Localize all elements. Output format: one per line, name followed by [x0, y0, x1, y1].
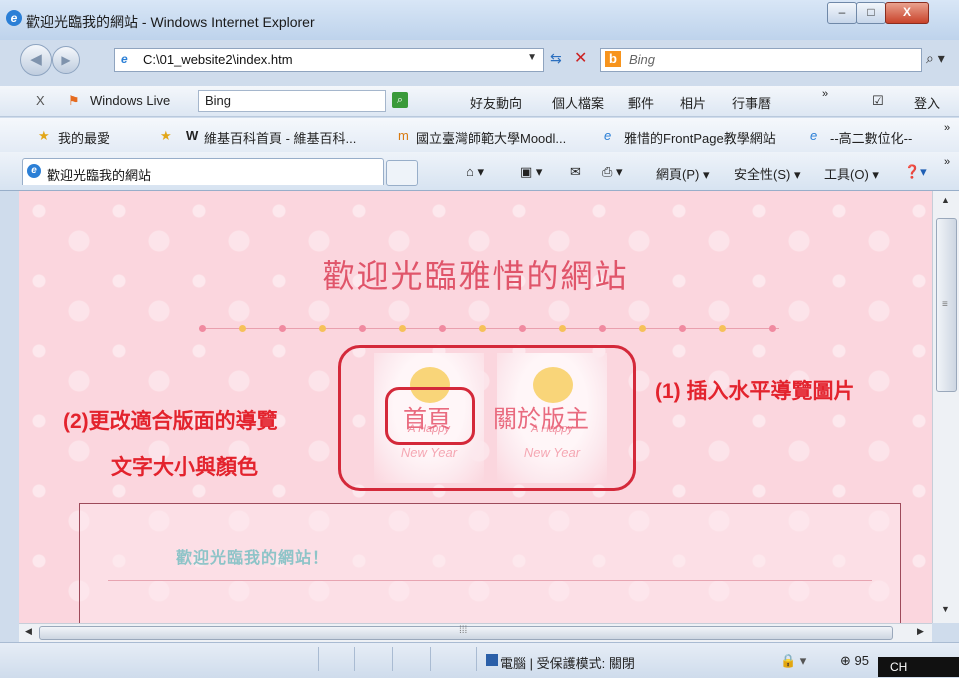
- annotation-highlight-label: [385, 387, 475, 445]
- grip-icon: ⁞⁞⁞: [459, 625, 468, 636]
- status-separator: [476, 647, 477, 671]
- minimize-button[interactable]: –: [827, 2, 857, 24]
- toolbar-item-calendar[interactable]: 行事曆: [732, 93, 771, 112]
- status-separator: [318, 647, 319, 671]
- toolbar-item-friends[interactable]: 好友動向: [470, 93, 522, 112]
- favorite-link-moodle[interactable]: 國立臺灣師範大學Moodl...: [416, 128, 566, 147]
- search-icon[interactable]: ⌕ ▾: [926, 50, 945, 67]
- content-panel: 歡迎光臨我的網站！: [79, 503, 901, 623]
- maximize-icon: □: [867, 5, 875, 19]
- page-title: 歡迎光臨雅惜的網站: [322, 258, 629, 294]
- close-button[interactable]: X: [885, 2, 929, 24]
- toolbar-search-value: Bing: [205, 93, 232, 108]
- horizontal-rule: [108, 580, 872, 581]
- bing-logo-icon: b: [605, 51, 621, 67]
- favorite-link-wikipedia[interactable]: 維基百科首頁 - 維基百科...: [204, 128, 356, 147]
- toolbar-item-mail[interactable]: 郵件: [628, 93, 654, 112]
- address-input[interactable]: e C:\01_website2\index.htm ▼: [114, 48, 544, 72]
- toolbar-brand: Windows Live: [90, 93, 171, 108]
- back-button[interactable]: ◀: [20, 44, 52, 76]
- scroll-left-icon[interactable]: ◀: [25, 626, 32, 637]
- annotation-change-text-line1: (2)更改適合版面的導覽: [63, 410, 278, 433]
- language-bar[interactable]: CH: [878, 657, 959, 677]
- security-lock-icon[interactable]: 🔒 ▾: [780, 653, 806, 669]
- zoom-value: 95: [854, 653, 869, 668]
- ie-page-icon: e: [604, 128, 612, 143]
- forward-button[interactable]: ▶: [52, 46, 80, 74]
- new-tab-button[interactable]: [386, 160, 418, 186]
- search-input[interactable]: b Bing: [600, 48, 922, 72]
- print-icon[interactable]: ⎙ ▾: [602, 164, 623, 180]
- toolbar-login-button[interactable]: 登入: [914, 93, 940, 112]
- favorite-link-frontpage[interactable]: 雅惜的FrontPage教學網站: [624, 128, 776, 147]
- search-placeholder: Bing: [629, 52, 656, 67]
- maximize-button[interactable]: □: [856, 2, 886, 24]
- safety-menu-button[interactable]: 安全性(S) ▾: [734, 164, 800, 183]
- back-arrow-icon: ◀: [30, 51, 42, 68]
- toolbar-item-photos[interactable]: 相片: [680, 93, 706, 112]
- favorites-bar: ★ 我的最愛 ★ W 維基百科首頁 - 維基百科... m 國立臺灣師範大學Mo…: [0, 118, 959, 152]
- horizontal-scrollbar[interactable]: ◀ ⁞⁞⁞ ▶: [19, 623, 932, 642]
- minimize-icon: –: [838, 5, 846, 19]
- toolbar-checkbox-icon[interactable]: ☑: [872, 93, 884, 109]
- mail-icon[interactable]: ✉: [570, 164, 581, 180]
- favorites-star-icon: ★: [38, 128, 50, 143]
- decorative-bead-divider: [199, 321, 779, 337]
- annotation-highlight-nav: [338, 345, 636, 491]
- ie-page-icon: e: [810, 128, 818, 143]
- toolbar-overflow-button[interactable]: »: [822, 88, 828, 100]
- scroll-down-icon[interactable]: ▼: [941, 604, 950, 614]
- toolbar-search-go-icon[interactable]: ⌕: [392, 92, 408, 108]
- page-content: 歡迎光臨雅惜的網站 A Happy New Year A Happy New Y…: [19, 191, 932, 623]
- help-icon[interactable]: ❓▾: [904, 164, 927, 180]
- zoom-level[interactable]: ⊕ 95: [840, 653, 869, 669]
- ie-logo-icon: e: [6, 10, 22, 26]
- annotation-insert-nav-image: (1) 插入水平導覽圖片: [655, 380, 855, 403]
- chevron-down-icon[interactable]: ▼: [527, 52, 537, 63]
- tools-menu-button[interactable]: 工具(O) ▾: [824, 164, 879, 183]
- toolbar-search-input[interactable]: Bing: [198, 90, 386, 112]
- commandbar-overflow-button[interactable]: »: [944, 156, 950, 168]
- address-url: C:\01_website2\index.htm: [143, 52, 293, 67]
- grip-icon: ≡: [942, 299, 948, 310]
- close-icon: X: [902, 5, 911, 19]
- scroll-up-icon[interactable]: ▲: [941, 195, 950, 205]
- status-separator: [392, 647, 393, 671]
- tab-row: e 歡迎光臨我的網站 ⌂ ▾ ▣ ▾ ✉ ⎙ ▾ 網頁(P) ▾ 安全性(S) …: [0, 152, 959, 191]
- favorites-button[interactable]: 我的最愛: [58, 128, 110, 147]
- page-icon: e: [121, 52, 128, 66]
- title-bar: e 歡迎光臨我的網站 - Windows Internet Explorer –…: [0, 0, 959, 40]
- tab-title: 歡迎光臨我的網站: [47, 168, 152, 183]
- toolbar-close-button[interactable]: X: [36, 93, 45, 108]
- status-separator: [354, 647, 355, 671]
- annotation-change-text-line2: 文字大小與顏色: [111, 456, 258, 479]
- security-zone-text: 電腦 | 受保護模式: 關閉: [500, 656, 635, 671]
- favorite-link-digital[interactable]: --高二數位化--: [830, 128, 912, 147]
- status-bar: 電腦 | 受保護模式: 關閉 🔒 ▾ ⊕ 95: [0, 642, 959, 678]
- windows-live-toolbar: X ⚑ Windows Live Bing ⌕ 好友動向 個人檔案 郵件 相片 …: [0, 86, 959, 117]
- scroll-right-icon[interactable]: ▶: [917, 626, 924, 637]
- home-icon[interactable]: ⌂ ▾: [466, 164, 484, 180]
- toolbar-item-profile[interactable]: 個人檔案: [552, 93, 604, 112]
- window-title: 歡迎光臨我的網站 - Windows Internet Explorer: [26, 14, 315, 30]
- welcome-text: 歡迎光臨我的網站！: [176, 550, 330, 567]
- address-bar-row: ◀ ▶ e C:\01_website2\index.htm ▼ ⇆ ✕ b B…: [0, 40, 959, 82]
- computer-zone-icon: [486, 654, 498, 666]
- feeds-icon[interactable]: ▣ ▾: [520, 164, 542, 180]
- language-indicator: CH: [890, 660, 908, 674]
- stop-icon[interactable]: ✕: [574, 48, 587, 68]
- page-menu-button[interactable]: 網頁(P) ▾: [656, 164, 709, 183]
- windows-live-flag-icon: ⚑: [68, 93, 80, 108]
- refresh-icon[interactable]: ⇆: [550, 50, 562, 67]
- ie-logo-icon: e: [27, 164, 41, 178]
- status-separator: [430, 647, 431, 671]
- favorites-overflow-button[interactable]: »: [944, 122, 950, 134]
- moodle-icon: m: [398, 128, 409, 143]
- tab-current[interactable]: e 歡迎光臨我的網站: [22, 158, 384, 185]
- add-favorite-icon[interactable]: ★: [160, 128, 172, 144]
- browser-window: e 歡迎光臨我的網站 - Windows Internet Explorer –…: [0, 0, 959, 678]
- vertical-scrollbar[interactable]: ▲ ≡ ▼: [932, 191, 959, 623]
- forward-arrow-icon: ▶: [61, 53, 71, 67]
- wikipedia-icon: W: [186, 128, 199, 143]
